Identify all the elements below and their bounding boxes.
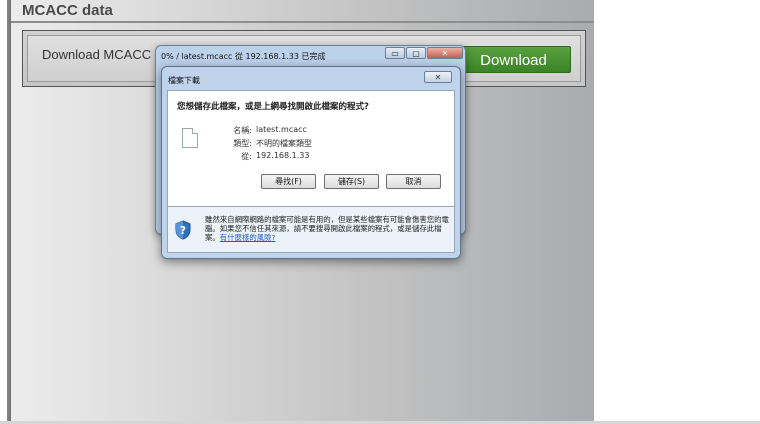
field-from-key: 從:	[241, 152, 252, 161]
svg-text:?: ?	[180, 224, 186, 237]
file-icon	[182, 128, 198, 148]
field-type-value: 不明的檔案類型	[256, 139, 312, 148]
dialog-close-button[interactable]: ✕	[424, 71, 452, 83]
dialog-body: 您想儲存此檔案，或是上網尋找開啟此檔案的程式? 名稱: latest.mcacc…	[167, 90, 455, 207]
window-controls: ▭ ▢ ✕	[385, 47, 464, 61]
field-from-value: 192.168.1.33	[256, 151, 310, 160]
security-warning: 雖然來自網際網路的檔案可能是有用的，但是某些檔案有可能會傷害您的電腦。如果您不信…	[205, 215, 451, 242]
cancel-button[interactable]: 取消	[386, 174, 441, 189]
close-button[interactable]: ✕	[427, 47, 463, 59]
field-name-key: 名稱:	[233, 126, 252, 135]
maximize-button[interactable]: ▢	[406, 47, 426, 59]
left-edge-strip	[0, 0, 11, 424]
security-shield-icon: ?	[175, 220, 191, 240]
dialog-question: 您想儲存此檔案，或是上網尋找開啟此檔案的程式?	[177, 102, 369, 112]
section-title: MCACC data	[22, 2, 113, 19]
download-button[interactable]: Download	[456, 46, 571, 73]
save-button[interactable]: 儲存(S)	[324, 174, 379, 189]
field-name-value: latest.mcacc	[256, 125, 307, 134]
file-download-dialog: 檔案下載 ✕ 您想儲存此檔案，或是上網尋找開啟此檔案的程式? 名稱: lates…	[161, 66, 461, 259]
find-button[interactable]: 尋找(F)	[261, 174, 316, 189]
risk-link[interactable]: 有什麼樣的風險?	[220, 233, 276, 242]
title-rule	[11, 21, 594, 23]
dialog-title: 檔案下載	[168, 76, 200, 85]
progress-window-title: 0% / latest.mcacc 從 192.168.1.33 已完成	[161, 52, 326, 61]
field-type-key: 類型:	[233, 139, 252, 148]
minimize-button[interactable]: ▭	[385, 47, 405, 59]
